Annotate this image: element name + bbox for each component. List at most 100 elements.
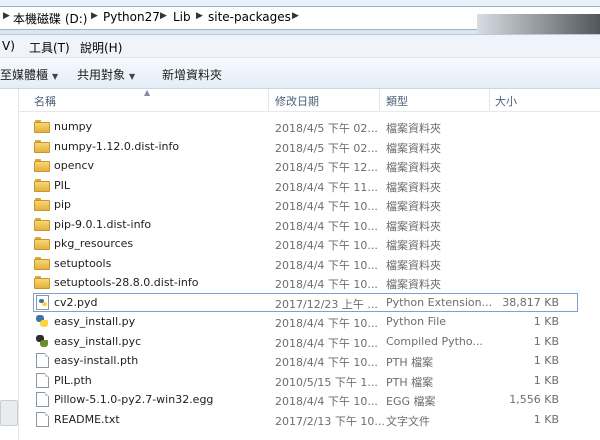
chevron-right-icon[interactable]: ▶ bbox=[292, 11, 299, 21]
column-header: ▲ 名稱 修改日期 類型 大小 bbox=[19, 88, 600, 112]
file-row-opencv[interactable]: opencv 2018/4/5 下午 12... 檔案資料夾 bbox=[19, 156, 600, 176]
file-size: 1 KB bbox=[533, 354, 559, 367]
file-date: 2018/4/5 下午 02... bbox=[275, 122, 378, 135]
nav-scrollbar-thumb[interactable] bbox=[0, 400, 18, 426]
share-with-button[interactable]: 共用對象 ▼ bbox=[77, 66, 135, 83]
file-type: 檔案資料夾 bbox=[386, 141, 441, 155]
file-row-numpy-dist-info[interactable]: numpy-1.12.0.dist-info 2018/4/5 下午 02...… bbox=[19, 137, 600, 157]
file-date: 2018/4/4 下午 10... bbox=[275, 336, 378, 350]
file-type: 檔案資料夾 bbox=[386, 122, 441, 135]
chevron-right-icon[interactable]: ▶ bbox=[91, 11, 98, 21]
menu-help[interactable]: 說明(H) bbox=[80, 39, 122, 56]
breadcrumb-lib[interactable]: Lib bbox=[173, 10, 191, 24]
folder-icon bbox=[34, 275, 50, 290]
file-row-pkg-resources[interactable]: pkg_resources 2018/4/4 下午 10... 檔案資料夾 bbox=[19, 234, 600, 254]
file-type: PTH 檔案 bbox=[386, 356, 434, 369]
file-type: 檔案資料夾 bbox=[386, 161, 441, 174]
file-date: 2018/4/4 下午 11... bbox=[275, 180, 378, 194]
file-type: 檔案資料夾 bbox=[386, 219, 441, 233]
file-row-pip[interactable]: pip 2018/4/4 下午 10... 檔案資料夾 bbox=[19, 195, 600, 215]
file-row-cv2-pyd[interactable]: cv2.pyd 2017/12/23 上午 ... Python Extensi… bbox=[19, 292, 600, 313]
file-name: README.txt bbox=[54, 412, 120, 426]
file-type: Python File bbox=[386, 315, 447, 328]
file-icon bbox=[36, 392, 49, 407]
file-icon bbox=[36, 372, 49, 388]
chevron-down-icon: ▼ bbox=[129, 72, 136, 81]
file-row-pip-dist-info[interactable]: pip-9.0.1.dist-info 2018/4/4 下午 10... 檔案… bbox=[19, 215, 600, 235]
python-extension-icon bbox=[36, 294, 49, 310]
navigation-pane[interactable] bbox=[0, 89, 19, 440]
share-with-label: 共用對象 bbox=[77, 68, 126, 82]
file-row-setuptools-dist-info[interactable]: setuptools-28.8.0.dist-info 2018/4/4 下午 … bbox=[19, 273, 600, 293]
file-date: 2018/4/4 下午 10... bbox=[275, 356, 378, 369]
include-in-library-label: 至媒體櫃 bbox=[0, 68, 49, 82]
file-type: PTH 檔案 bbox=[386, 375, 434, 389]
file-name: pip bbox=[54, 198, 72, 211]
column-divider[interactable] bbox=[379, 89, 380, 111]
file-size: 1,556 KB bbox=[509, 393, 559, 406]
file-date: 2018/4/4 下午 10... bbox=[275, 200, 378, 213]
file-name: PIL.pth bbox=[54, 373, 92, 387]
file-name: easy_install.pyc bbox=[54, 334, 142, 348]
file-date: 2018/4/4 下午 10... bbox=[275, 219, 378, 233]
file-size: 1 KB bbox=[533, 412, 559, 426]
file-name: numpy bbox=[54, 120, 93, 133]
file-row-easy-install-pth[interactable]: easy-install.pth 2018/4/4 下午 10... PTH 檔… bbox=[19, 351, 600, 371]
menu-view[interactable]: V) bbox=[2, 39, 15, 53]
file-name: easy_install.py bbox=[54, 315, 136, 328]
breadcrumb-python27[interactable]: Python27 bbox=[103, 10, 160, 24]
file-size: 1 KB bbox=[533, 334, 559, 348]
file-row-numpy[interactable]: numpy 2018/4/5 下午 02... 檔案資料夾 bbox=[19, 117, 600, 137]
file-date: 2018/4/4 下午 10... bbox=[275, 239, 378, 252]
file-size: 1 KB bbox=[533, 373, 559, 387]
file-type: 檔案資料夾 bbox=[386, 239, 441, 252]
file-name: pkg_resources bbox=[54, 237, 134, 250]
column-type[interactable]: 類型 bbox=[386, 93, 408, 109]
command-toolbar: 至媒體櫃 ▼ 共用對象 ▼ 新增資料夾 bbox=[0, 58, 600, 89]
file-row-pil[interactable]: PIL 2018/4/4 下午 11... 檔案資料夾 bbox=[19, 176, 600, 196]
folder-icon bbox=[34, 139, 50, 154]
file-date: 2018/4/5 下午 12... bbox=[275, 161, 378, 174]
column-modified[interactable]: 修改日期 bbox=[275, 93, 319, 109]
folder-icon bbox=[34, 236, 50, 251]
file-type: 文字文件 bbox=[386, 414, 430, 428]
file-size: 38,817 KB bbox=[502, 295, 559, 309]
breadcrumb[interactable]: ▶ 本機磁碟 (D:) ▶ Python27 ▶ Lib ▶ site-pack… bbox=[0, 6, 600, 34]
file-row-pil-pth[interactable]: PIL.pth 2010/5/15 下午 1... PTH 檔案 1 KB bbox=[19, 371, 600, 391]
file-name: numpy-1.12.0.dist-info bbox=[54, 139, 180, 153]
breadcrumb-site-packages[interactable]: site-packages bbox=[208, 10, 291, 24]
text-file-icon bbox=[36, 411, 49, 427]
chevron-right-icon[interactable]: ▶ bbox=[196, 11, 203, 21]
sort-ascending-icon: ▲ bbox=[144, 88, 151, 97]
file-name: pip-9.0.1.dist-info bbox=[54, 217, 152, 231]
file-row-setuptools[interactable]: setuptools 2018/4/4 下午 10... 檔案資料夾 bbox=[19, 254, 600, 274]
chevron-right-icon[interactable]: ▶ bbox=[3, 11, 10, 21]
folder-icon bbox=[34, 119, 50, 134]
python-file-icon bbox=[35, 314, 49, 328]
file-type: Python Extension... bbox=[386, 295, 493, 309]
folder-icon bbox=[34, 158, 50, 173]
breadcrumb-drive[interactable]: 本機磁碟 (D:) bbox=[13, 10, 87, 27]
compiled-python-icon bbox=[35, 334, 49, 348]
file-row-readme-txt[interactable]: README.txt 2017/2/13 下午 10... 文字文件 1 KB bbox=[19, 410, 600, 430]
include-in-library-button[interactable]: 至媒體櫃 ▼ bbox=[0, 66, 58, 83]
file-date: 2018/4/4 下午 10... bbox=[275, 395, 378, 408]
new-folder-button[interactable]: 新增資料夾 bbox=[162, 66, 222, 83]
column-name[interactable]: 名稱 bbox=[34, 93, 56, 109]
file-row-easy-install-py[interactable]: easy_install.py 2018/4/4 下午 10... Python… bbox=[19, 312, 600, 332]
file-row-pillow-egg[interactable]: Pillow-5.1.0-py2.7-win32.egg 2018/4/4 下午… bbox=[19, 390, 600, 410]
chevron-right-icon[interactable]: ▶ bbox=[160, 11, 167, 21]
file-type: EGG 檔案 bbox=[386, 395, 436, 408]
file-type: 檔案資料夾 bbox=[386, 278, 441, 291]
column-size[interactable]: 大小 bbox=[495, 93, 517, 109]
file-type: 檔案資料夾 bbox=[386, 258, 441, 272]
file-date: 2010/5/15 下午 1... bbox=[275, 375, 378, 389]
menu-tools[interactable]: 工具(T) bbox=[29, 39, 70, 56]
file-name: cv2.pyd bbox=[54, 295, 98, 309]
column-divider[interactable] bbox=[489, 89, 490, 111]
column-divider[interactable] bbox=[268, 89, 269, 111]
file-name: easy-install.pth bbox=[54, 354, 139, 367]
folder-icon bbox=[34, 197, 50, 212]
file-name: Pillow-5.1.0-py2.7-win32.egg bbox=[54, 393, 214, 406]
file-row-easy-install-pyc[interactable]: easy_install.pyc 2018/4/4 下午 10... Compi… bbox=[19, 332, 600, 352]
